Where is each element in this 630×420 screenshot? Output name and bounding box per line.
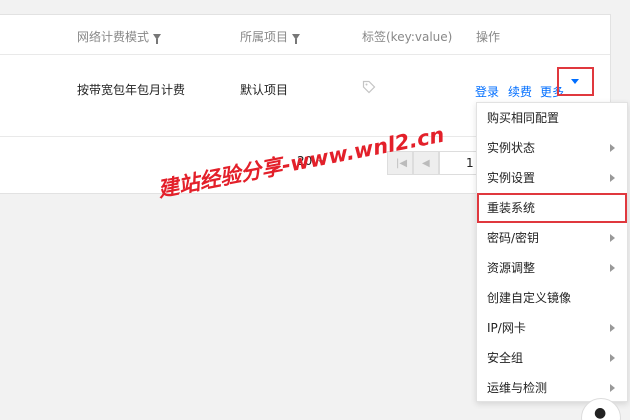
more-dropdown-menu: 购买相同配置 实例状态实例设置重装系统密码/密钥资源调整创建自定义镜像 IP/网卡安… [476,102,628,402]
more-dropdown-toggle[interactable] [557,67,594,96]
chevron-right-icon [610,324,615,332]
menu-item-label: IP/网卡 [487,321,526,335]
chevron-right-icon [610,384,615,392]
menu-item-8[interactable]: 安全组 [477,343,627,373]
filter-icon[interactable] [292,33,301,44]
menu-item-1[interactable]: 实例状态 [477,133,627,163]
menu-item-label: 资源调整 [487,261,536,275]
menu-item-label: 安全组 [487,351,524,365]
filter-icon[interactable] [153,33,162,44]
login-link[interactable]: 登录 [475,83,499,100]
header-tags: 标签(key:value) [362,30,453,44]
caret-down-icon [571,79,579,84]
cell-project: 默认项目 [240,83,289,97]
menu-item-5[interactable]: 资源调整 [477,253,627,283]
chevron-right-icon [610,234,615,242]
chevron-right-icon [610,264,615,272]
menu-item-label: 运维与检测 [487,381,548,395]
tag-icon[interactable] [362,80,376,94]
menu-item-6[interactable]: 创建自定义镜像 [477,283,627,313]
menu-item-label: 购买相同配置 [487,111,560,125]
menu-item-label: 密码/密钥 [487,231,540,245]
help-icon: ● [594,405,607,420]
chevron-right-icon [610,354,615,362]
menu-item-label: 实例设置 [487,171,536,185]
header-project[interactable]: 所属项目 [240,28,301,45]
menu-item-4[interactable]: 密码/密钥 [477,223,627,253]
header-actions: 操作 [476,30,501,44]
menu-item-7[interactable]: IP/网卡 [477,313,627,343]
chevron-right-icon [610,144,615,152]
prev-page-icon: ◀ [422,158,430,169]
menu-item-2[interactable]: 实例设置 [477,163,627,193]
cell-billing-mode: 按带宽包年包月计费 [77,83,186,97]
menu-item-label: 创建自定义镜像 [487,291,572,305]
menu-item-0[interactable]: 购买相同配置 [477,103,627,133]
menu-item-3[interactable]: 重装系统 [477,193,627,223]
header-billing-mode[interactable]: 网络计费模式 [77,28,162,45]
page-number-input[interactable]: 1 [439,151,479,175]
menu-item-label: 实例状态 [487,141,536,155]
first-page-icon: |◀ [396,158,408,169]
chevron-right-icon [610,174,615,182]
prev-page-button[interactable]: ◀ [413,151,439,175]
menu-item-label: 重装系统 [487,201,536,215]
renew-link[interactable]: 续费 [508,83,532,100]
table-header: 网络计费模式 所属项目 标签(key:value) 操作 [0,15,610,55]
